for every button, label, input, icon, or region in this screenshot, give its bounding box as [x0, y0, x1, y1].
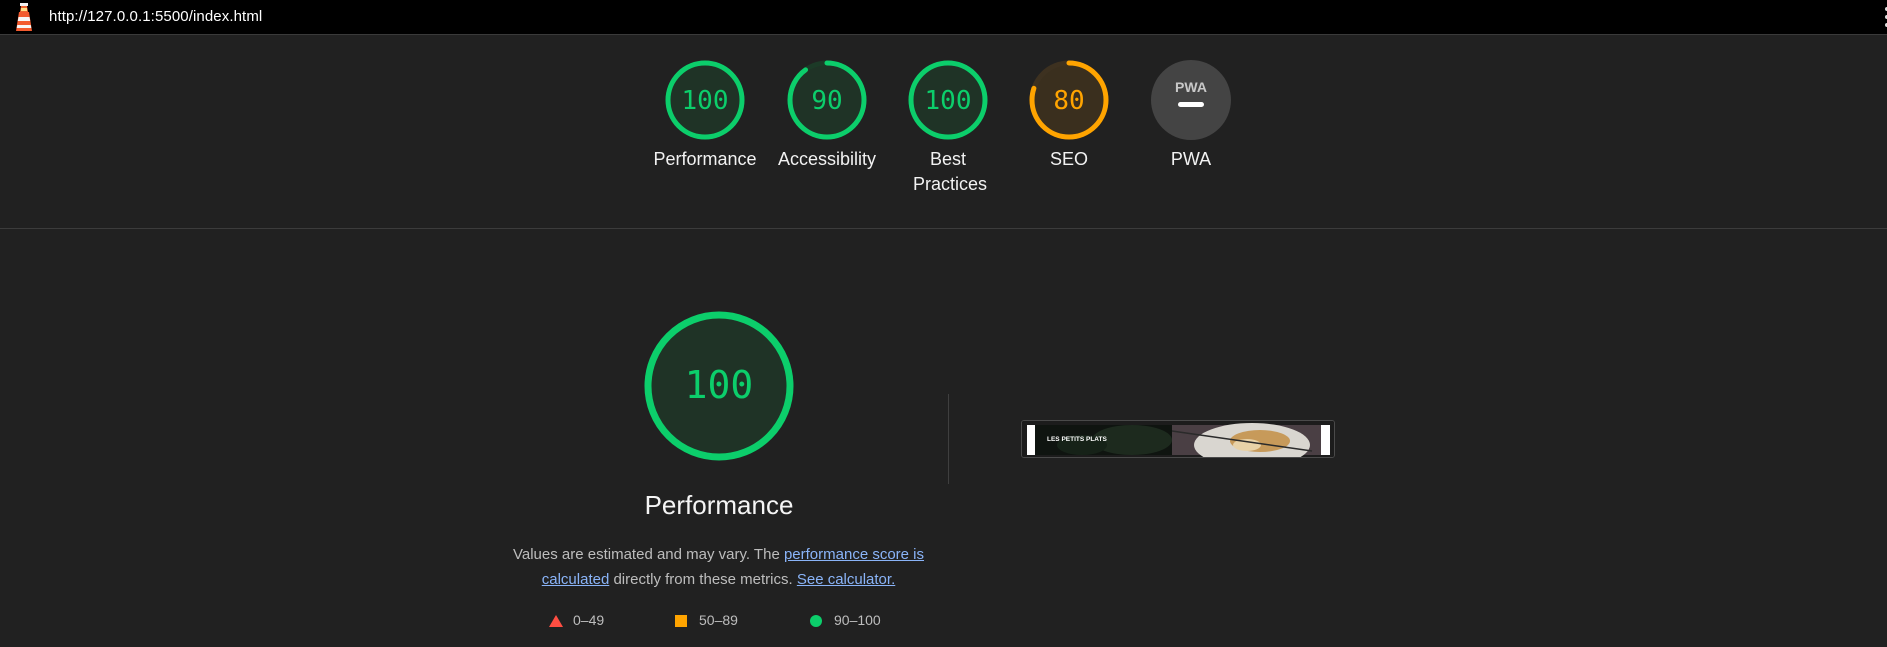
- performance-main-score: 100: [685, 363, 754, 407]
- gauge-pwa[interactable]: PWA PWA: [1136, 59, 1246, 172]
- circle-pass-icon: [810, 615, 822, 627]
- gauge-accessibility-label: Accessibility: [777, 149, 877, 169]
- gauge-best-practices-score: 100: [925, 86, 972, 116]
- final-screenshot[interactable]: LES PETITS PLATS: [1021, 420, 1335, 458]
- gauge-accessibility-score: 90: [811, 86, 842, 116]
- gauge-performance-score: 100: [682, 86, 729, 116]
- gauge-accessibility-ring: 90: [787, 60, 867, 140]
- gauge-best-practices-label: Best Practices: [913, 149, 988, 194]
- desc-middle: directly from these metrics.: [609, 571, 797, 588]
- see-calculator-link[interactable]: See calculator.: [797, 571, 895, 588]
- pwa-badge-icon: PWA: [1151, 60, 1231, 140]
- gauge-seo-ring: 80: [1029, 60, 1109, 140]
- gauge-performance-label: Performance: [653, 149, 757, 169]
- gauge-best-practices[interactable]: 100 Best Practices: [893, 59, 1003, 197]
- screenshot-site-name: LES PETITS PLATS: [1047, 436, 1107, 443]
- gauge-seo-score: 80: [1053, 86, 1084, 116]
- report-topbar: http://127.0.0.1:5500/index.html: [0, 0, 1887, 35]
- performance-main-gauge: 100: [644, 311, 794, 461]
- pwa-badge-text: PWA: [1175, 79, 1207, 95]
- square-average-icon: [675, 615, 687, 627]
- report-url[interactable]: http://127.0.0.1:5500/index.html: [49, 8, 262, 25]
- gauge-seo-label: SEO: [1049, 149, 1088, 169]
- lighthouse-icon: [16, 3, 32, 31]
- gauge-accessibility[interactable]: 90 Accessibility: [772, 59, 882, 172]
- vertical-divider: [948, 394, 949, 484]
- performance-description: Values are estimated and may vary. The p…: [510, 542, 927, 592]
- final-screenshot-image: LES PETITS PLATS: [1022, 421, 1334, 457]
- category-gauges: 100 Performance 90 Accessibility 100 Bes…: [0, 35, 1887, 229]
- desc-prefix: Values are estimated and may vary. The: [512, 546, 784, 563]
- gauge-performance-ring: 100: [665, 60, 745, 140]
- triangle-fail-icon: [549, 615, 563, 627]
- performance-title: Performance: [644, 490, 794, 520]
- legend-pass-text: 90–100: [834, 612, 881, 628]
- gauge-pwa-label: PWA: [1170, 149, 1212, 169]
- gauge-best-practices-ring: 100: [908, 60, 988, 140]
- gauge-performance[interactable]: 100 Performance: [650, 59, 760, 172]
- pwa-dash-icon: [1178, 102, 1204, 107]
- legend-fail-text: 0–49: [573, 612, 605, 628]
- gauge-seo[interactable]: 80 SEO: [1014, 59, 1124, 172]
- legend-average-text: 50–89: [699, 612, 738, 628]
